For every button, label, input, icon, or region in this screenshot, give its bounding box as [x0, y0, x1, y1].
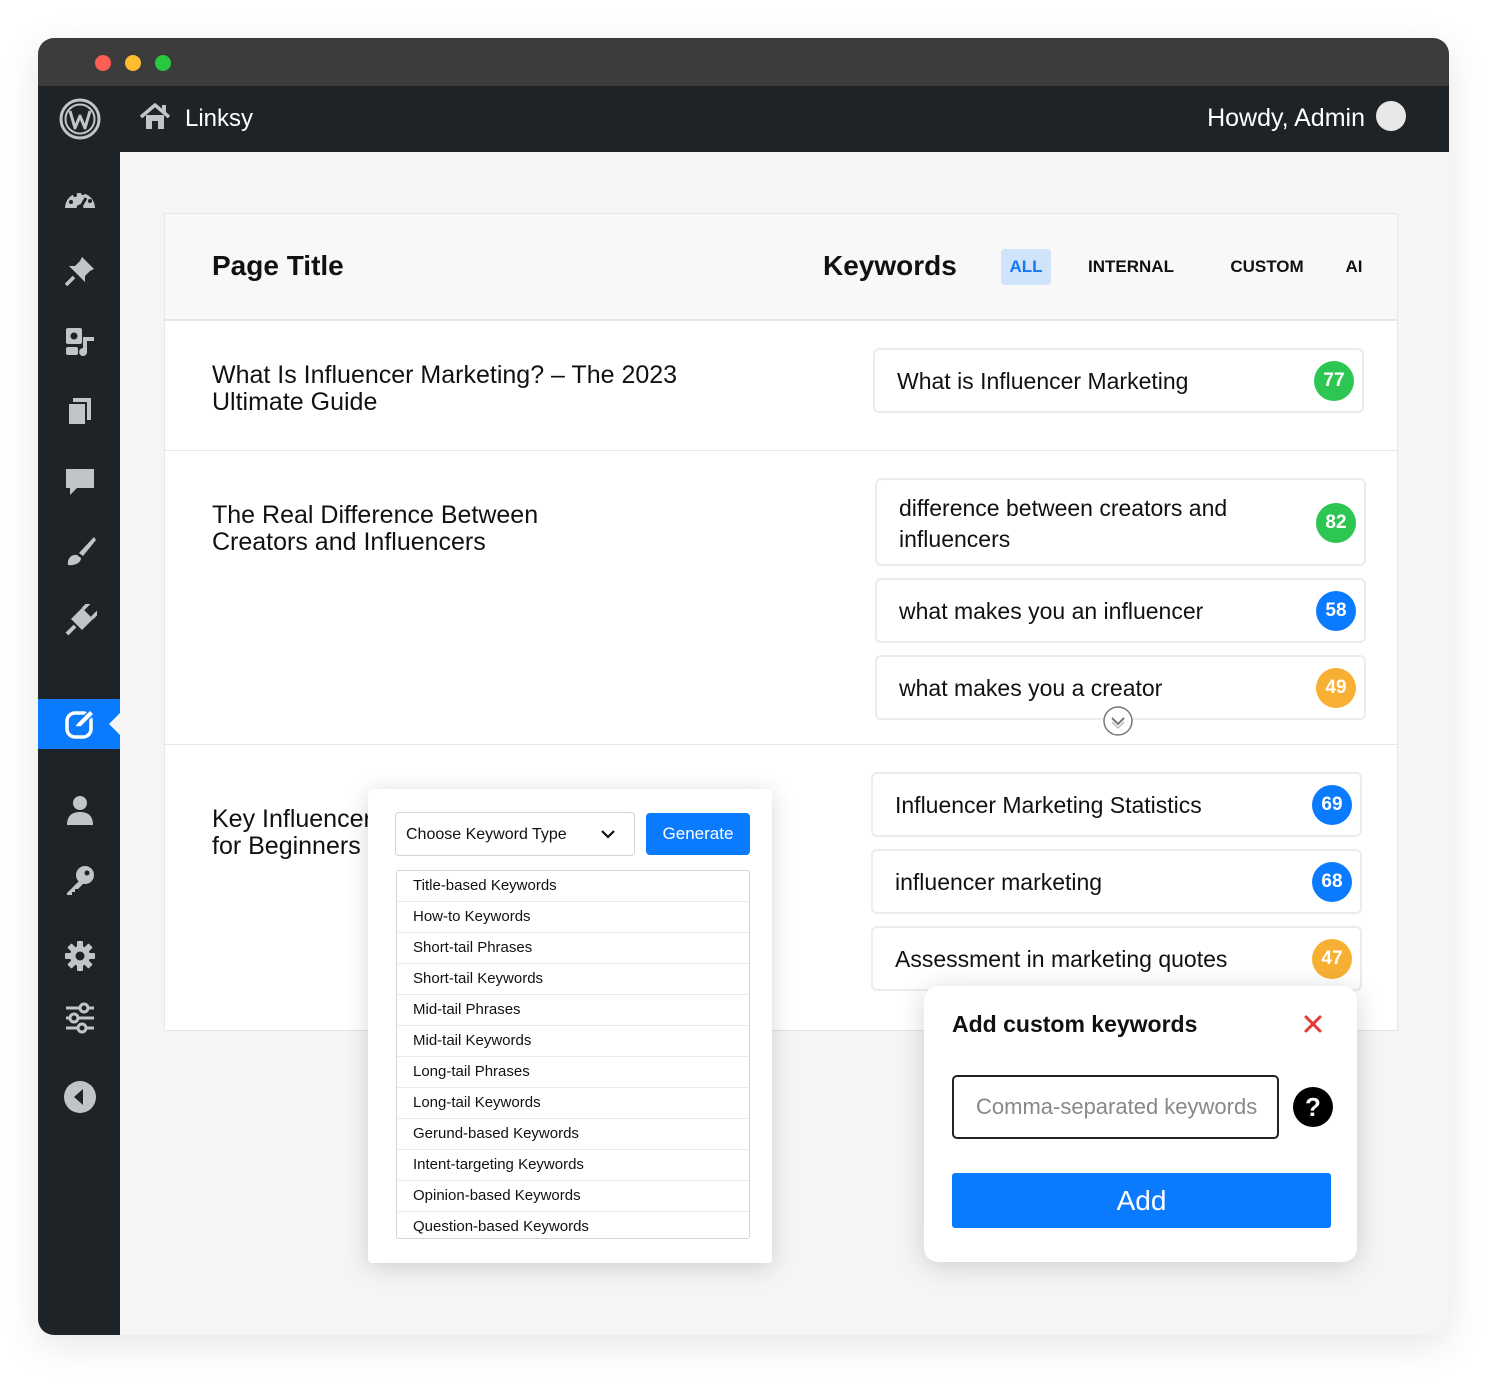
users-icon[interactable]: [63, 793, 97, 827]
row-divider: [165, 450, 1397, 451]
list-item[interactable]: How-to Keywords: [397, 902, 749, 933]
keyword-chip[interactable]: Influencer Marketing Statistics 69: [871, 772, 1362, 837]
site-name-link[interactable]: Linksy: [185, 104, 253, 134]
plugins-icon[interactable]: [63, 604, 97, 638]
keyword-score-badge: 69: [1312, 785, 1352, 825]
browser-window: Linksy Howdy, Admin Page Title Keywords …: [38, 38, 1449, 1335]
comments-icon[interactable]: [63, 464, 97, 498]
post-title[interactable]: The Real Difference Between Creators and…: [212, 502, 538, 556]
keywords-column-header: Keywords: [823, 250, 957, 281]
linksy-icon: [65, 708, 96, 739]
row-divider: [165, 744, 1397, 745]
key-icon[interactable]: [63, 863, 97, 897]
expand-chevron-icon[interactable]: [1103, 706, 1133, 736]
minimize-window-button[interactable]: [125, 55, 141, 71]
pin-icon[interactable]: [63, 254, 97, 288]
keyword-text: Assessment in marketing quotes: [895, 946, 1228, 972]
home-icon[interactable]: [139, 102, 171, 132]
list-item[interactable]: Long-tail Phrases: [397, 1057, 749, 1088]
keyword-score-badge: 68: [1312, 862, 1352, 902]
close-icon[interactable]: [1303, 1014, 1323, 1034]
admin-bar: Linksy Howdy, Admin: [38, 86, 1449, 152]
keyword-chip[interactable]: Assessment in marketing quotes 47: [871, 926, 1362, 991]
add-custom-keywords-popup: Add custom keywords ? Add: [924, 986, 1357, 1262]
keywords-table: Page Title Keywords ALL INTERNAL CUSTOM …: [164, 213, 1398, 1031]
media-icon[interactable]: [63, 324, 97, 358]
list-item[interactable]: Gerund-based Keywords: [397, 1119, 749, 1150]
tab-ai[interactable]: AI: [1341, 249, 1367, 285]
post-title[interactable]: Key Influencer for Beginners: [212, 806, 372, 860]
keyword-score-badge: 49: [1316, 668, 1356, 708]
keyword-text: difference between creators and influenc…: [899, 495, 1228, 552]
list-item[interactable]: Question-based Keywords: [397, 1212, 749, 1238]
popup-title: Add custom keywords: [952, 1011, 1198, 1037]
howdy-admin-link[interactable]: Howdy, Admin: [1207, 102, 1365, 134]
keyword-text: Influencer Marketing Statistics: [895, 792, 1202, 818]
chevron-down-icon: [601, 830, 615, 839]
sidebar-item-linksy[interactable]: [38, 699, 120, 749]
list-item[interactable]: Mid-tail Keywords: [397, 1026, 749, 1057]
list-item[interactable]: Short-tail Keywords: [397, 964, 749, 995]
dashboard-icon[interactable]: [63, 184, 97, 218]
generate-button[interactable]: Generate: [646, 813, 750, 855]
list-item[interactable]: Intent-targeting Keywords: [397, 1150, 749, 1181]
brush-icon[interactable]: [63, 534, 97, 568]
list-item[interactable]: Long-tail Keywords: [397, 1088, 749, 1119]
page-title-column-header: Page Title: [212, 250, 344, 281]
list-item[interactable]: Opinion-based Keywords: [397, 1181, 749, 1212]
keyword-chip[interactable]: difference between creators and influenc…: [875, 478, 1366, 566]
help-icon[interactable]: ?: [1293, 1087, 1333, 1127]
sliders-icon[interactable]: [63, 1001, 97, 1035]
maximize-window-button[interactable]: [155, 55, 171, 71]
keyword-chip[interactable]: influencer marketing 68: [871, 849, 1362, 914]
list-item[interactable]: Title-based Keywords: [397, 871, 749, 902]
keyword-text: What is Influencer Marketing: [897, 368, 1189, 394]
keyword-generator-popup: Choose Keyword Type Generate Title-based…: [368, 789, 772, 1263]
keyword-type-list: Title-based Keywords How-to Keywords Sho…: [396, 870, 750, 1239]
keyword-score-badge: 77: [1314, 361, 1354, 401]
add-button[interactable]: Add: [952, 1173, 1331, 1228]
pages-icon[interactable]: [63, 394, 97, 428]
keyword-type-select[interactable]: Choose Keyword Type: [395, 812, 635, 856]
tab-internal[interactable]: INTERNAL: [1083, 249, 1179, 285]
select-label: Choose Keyword Type: [406, 826, 567, 843]
keyword-text: influencer marketing: [895, 869, 1103, 895]
avatar[interactable]: [1376, 101, 1406, 131]
list-item[interactable]: Short-tail Phrases: [397, 933, 749, 964]
wordpress-logo-icon[interactable]: [58, 97, 102, 141]
keyword-text: what makes you a creator: [899, 675, 1163, 701]
active-indicator: [109, 713, 120, 735]
keyword-chip[interactable]: what makes you an influencer 58: [875, 578, 1366, 643]
keyword-score-badge: 58: [1316, 591, 1356, 631]
admin-sidebar: [38, 152, 120, 1335]
post-title[interactable]: What Is Influencer Marketing? – The 2023…: [212, 362, 677, 416]
tab-custom[interactable]: CUSTOM: [1223, 249, 1311, 285]
custom-keywords-input[interactable]: [952, 1075, 1279, 1139]
keyword-text: what makes you an influencer: [899, 598, 1204, 624]
tab-all[interactable]: ALL: [1001, 249, 1051, 285]
keyword-chip[interactable]: What is Influencer Marketing 77: [873, 348, 1364, 413]
collapse-menu-icon[interactable]: [63, 1080, 97, 1114]
list-item[interactable]: Mid-tail Phrases: [397, 995, 749, 1026]
window-titlebar: [38, 38, 1449, 86]
table-header: Page Title Keywords ALL INTERNAL CUSTOM …: [165, 214, 1397, 321]
keyword-score-badge: 47: [1312, 939, 1352, 979]
close-window-button[interactable]: [95, 55, 111, 71]
keyword-score-badge: 82: [1316, 503, 1356, 543]
settings-icon[interactable]: [63, 939, 97, 973]
